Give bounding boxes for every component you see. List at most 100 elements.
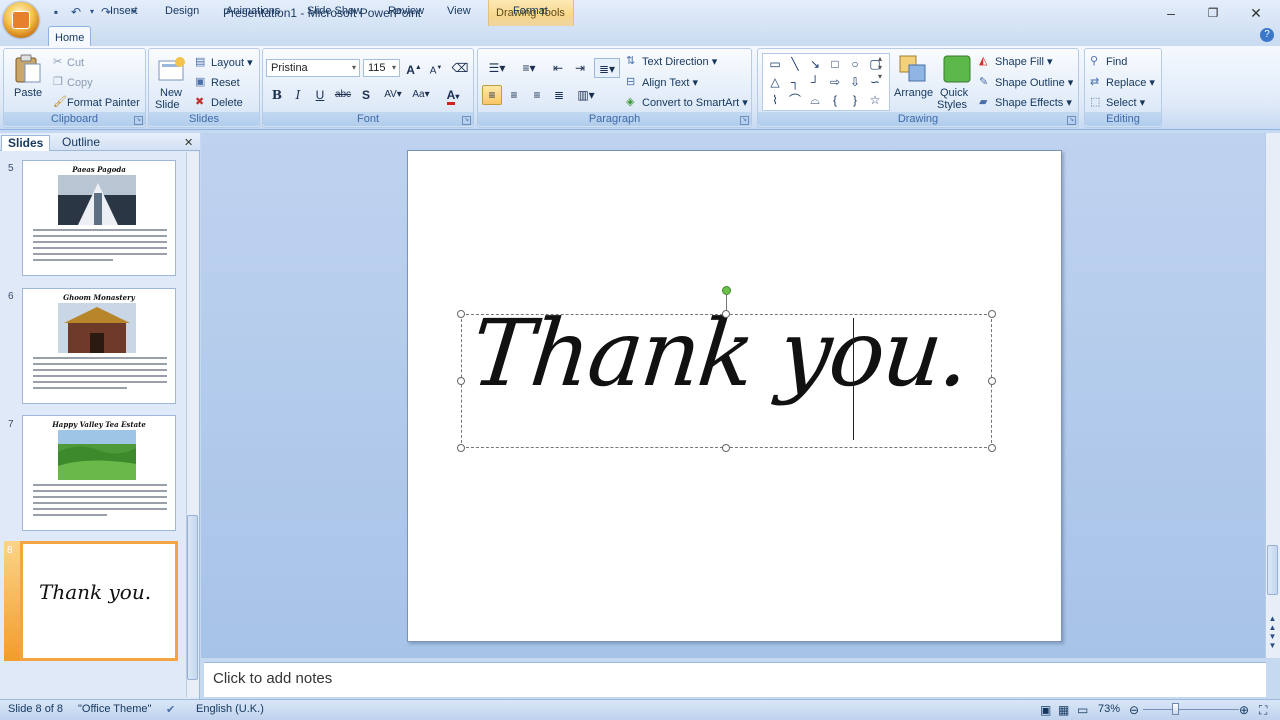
font-launcher-icon[interactable]: ↘ [462, 116, 471, 125]
vertical-scrollbar-thumb[interactable] [1267, 545, 1278, 595]
slide-thumbnail-8[interactable]: Thank you. [20, 541, 178, 661]
new-slide-button[interactable] [156, 55, 188, 87]
text-box-selection[interactable] [461, 314, 992, 448]
resize-handle-w[interactable] [457, 377, 465, 385]
arc-shape-icon-2[interactable]: ⌓ [806, 92, 824, 109]
resize-handle-ne[interactable] [988, 310, 996, 318]
elbow-connector-icon[interactable]: ┐ [786, 74, 804, 91]
slide-thumbnail-6[interactable]: Ghoom Monastery [22, 288, 176, 404]
text-direction-button[interactable]: ⇅ Text Direction ▾ [626, 54, 717, 70]
fit-to-window-icon[interactable]: ⛶ [1259, 703, 1267, 718]
text-shadow-icon[interactable]: S [356, 85, 376, 105]
star-shape-icon[interactable]: ☆ [866, 92, 884, 109]
copy-button[interactable]: ❐ Copy [53, 75, 93, 91]
restore-button[interactable]: ❐ [1193, 3, 1233, 23]
resize-handle-e[interactable] [988, 377, 996, 385]
slide-thumbnail-5[interactable]: Paeas Pagoda [22, 160, 176, 276]
left-brace-shape-icon[interactable]: { [826, 92, 844, 109]
tab-view[interactable]: View [441, 3, 477, 20]
oval-shape-icon[interactable]: ○ [846, 56, 864, 73]
slide-show-icon[interactable]: ▭ [1077, 703, 1088, 717]
tab-slides[interactable]: Slides [1, 135, 51, 151]
tab-outline[interactable]: Outline [56, 135, 106, 151]
language-indicator[interactable]: English (U.K.) [196, 703, 264, 715]
rotation-handle[interactable] [722, 286, 731, 295]
rect-shape-icon[interactable]: □ [826, 56, 844, 73]
paragraph-launcher-icon[interactable]: ↘ [740, 116, 749, 125]
drawing-launcher-icon[interactable]: ↘ [1067, 116, 1076, 125]
resize-handle-s[interactable] [722, 444, 730, 452]
minimize-button[interactable]: – [1151, 3, 1191, 23]
shape-effects-button[interactable]: ▰ Shape Effects ▾ [979, 95, 1072, 111]
clipboard-launcher-icon[interactable]: ↘ [134, 116, 143, 125]
numbering-icon[interactable]: ≡▾ [514, 58, 544, 78]
slide-thumbnail-7[interactable]: Happy Valley Tea Estate [22, 415, 176, 531]
down-arrow-shape-icon[interactable]: ⇩ [846, 74, 864, 91]
cut-button[interactable]: ✂ Cut [53, 55, 84, 71]
tab-design[interactable]: Design [159, 3, 205, 20]
resize-handle-sw[interactable] [457, 444, 465, 452]
replace-button[interactable]: ⇄ Replace ▾ [1090, 75, 1155, 91]
tab-home[interactable]: Home [48, 26, 92, 47]
undo-icon[interactable]: ↶ [68, 4, 84, 20]
columns-icon[interactable]: ▥▾ [573, 85, 599, 105]
align-right-icon[interactable]: ≡ [527, 85, 547, 105]
right-brace-shape-icon[interactable]: } [846, 92, 864, 109]
slide-sorter-icon[interactable]: ▦ [1058, 703, 1069, 717]
triangle-shape-icon[interactable]: △ [766, 74, 784, 91]
tab-animations[interactable]: Animations [220, 3, 286, 20]
previous-slide-icon[interactable]: ▲ ▲ [1266, 614, 1279, 632]
office-button[interactable] [3, 2, 39, 38]
panel-scrollbar-thumb[interactable] [187, 515, 198, 680]
align-text-button[interactable]: ⊟ Align Text ▾ [626, 75, 698, 91]
notes-pane[interactable]: Click to add notes [204, 662, 1266, 697]
freeform-shape-icon[interactable]: ⌇ [766, 92, 784, 109]
connector-shape-icon[interactable]: ┘ [806, 74, 824, 91]
delete-button[interactable]: ✖ Delete [195, 95, 243, 111]
zoom-level[interactable]: 73% [1098, 703, 1120, 715]
justify-icon[interactable]: ≣ [549, 85, 569, 105]
zoom-out-icon[interactable]: ⊖ [1129, 703, 1139, 717]
reset-button[interactable]: ▣ Reset [195, 75, 240, 91]
arc-shape-icon[interactable]: ⌒ [786, 92, 804, 109]
format-painter-button[interactable]: 🖌Format Painter [53, 95, 140, 111]
right-arrow-shape-icon[interactable]: ⇨ [826, 74, 844, 91]
zoom-slider[interactable] [1143, 709, 1239, 710]
rectangle-shape-icon[interactable]: ▭ [766, 56, 784, 73]
shapes-gallery[interactable]: ▭ ╲ ↘ □ ○ ▢ △ ┐ ┘ ⇨ ⇩ ∽ ⌇ ⌒ ⌓ { } ☆ [762, 53, 890, 111]
find-button[interactable]: ⚲ Find [1090, 54, 1127, 70]
gallery-more-icon[interactable]: ▴ ▾ ▾ [878, 54, 882, 81]
clear-formatting-icon[interactable]: ⌫ [450, 58, 470, 78]
bullets-icon[interactable]: ☰▾ [482, 58, 512, 78]
decrease-indent-icon[interactable]: ⇤ [548, 58, 568, 78]
shape-fill-button[interactable]: ◭ Shape Fill ▾ [979, 54, 1053, 70]
theme-name[interactable]: "Office Theme" [78, 703, 151, 715]
arrange-button[interactable] [897, 53, 929, 85]
resize-handle-se[interactable] [988, 444, 996, 452]
next-slide-icon[interactable]: ▼ ▼ [1266, 632, 1279, 650]
character-spacing-icon[interactable]: AV▾ [380, 85, 406, 105]
normal-view-icon[interactable]: ▣ [1040, 703, 1051, 717]
strikethrough-icon[interactable]: abc [333, 85, 353, 105]
resize-handle-n[interactable] [722, 310, 730, 318]
underline-icon[interactable]: U [310, 85, 330, 105]
save-icon[interactable]: ▪ [48, 4, 64, 20]
change-case-icon[interactable]: Aa▾ [409, 85, 433, 105]
help-icon[interactable]: ? [1260, 28, 1274, 42]
quick-styles-button[interactable] [941, 53, 973, 85]
tab-review[interactable]: Review [382, 3, 430, 20]
line-spacing-icon[interactable]: ≣▾ [594, 58, 620, 78]
tab-slide-show[interactable]: Slide Show [301, 3, 368, 20]
convert-smartart-button[interactable]: ◈ Convert to SmartArt ▾ [626, 95, 748, 111]
font-name-combo[interactable]: Pristina ▾ [266, 59, 360, 77]
arrow-line-shape-icon[interactable]: ↘ [806, 56, 824, 73]
tab-format[interactable]: Format [507, 3, 554, 20]
close-icon[interactable]: ✕ [184, 136, 193, 149]
shape-outline-button[interactable]: ✎ Shape Outline ▾ [979, 75, 1073, 91]
close-button[interactable]: ✕ [1236, 3, 1276, 23]
font-size-combo[interactable]: 115 ▾ [363, 59, 400, 77]
zoom-in-icon[interactable]: ⊕ [1239, 703, 1249, 717]
grow-font-icon[interactable]: A▲ [404, 58, 424, 78]
increase-indent-icon[interactable]: ⇥ [570, 58, 590, 78]
bold-icon[interactable]: B [267, 85, 287, 105]
